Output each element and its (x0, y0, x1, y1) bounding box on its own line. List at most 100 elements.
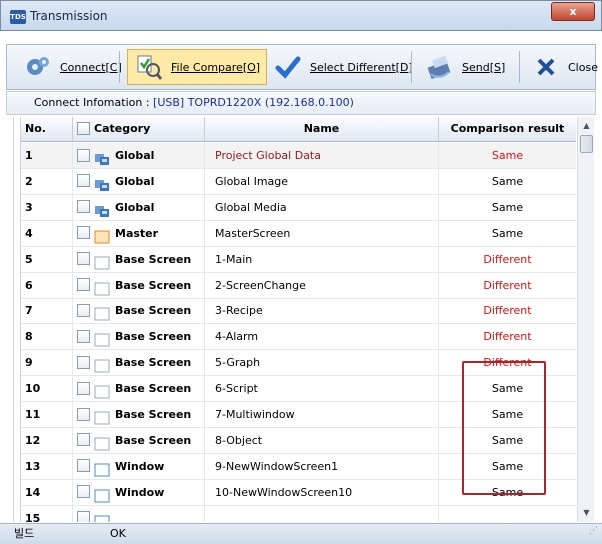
toolbar-separator (519, 51, 520, 83)
screen-icon (94, 254, 110, 270)
table-row[interactable]: 6 Base Screen 2-ScreenChange Different (21, 272, 576, 299)
global-icon (94, 202, 110, 217)
row-number: 6 (21, 272, 73, 298)
row-name: 1-Main (205, 246, 439, 272)
row-comparison-result: Same (439, 143, 576, 168)
table-row[interactable]: 3 Global Global Media Same (21, 194, 576, 221)
window-close-button[interactable]: x (551, 2, 595, 21)
row-checkbox[interactable] (77, 355, 90, 369)
row-number: 10 (21, 376, 73, 402)
row-category: Global (73, 143, 205, 168)
row-checkbox[interactable] (77, 407, 90, 421)
scrollbar-thumb[interactable] (580, 135, 593, 153)
row-category-label: Base Screen (115, 278, 192, 292)
window-icon (94, 513, 110, 522)
row-checkbox[interactable] (77, 303, 90, 317)
column-header-category[interactable]: Category (73, 117, 205, 141)
table-row[interactable]: 2 Global Global Image Same (21, 168, 576, 195)
row-checkbox[interactable] (77, 200, 90, 214)
row-number: 2 (21, 168, 73, 194)
resize-grip-icon[interactable]: ⋰ (589, 521, 598, 541)
comparison-table: No. Category Name Comparison result 1 Glo… (20, 117, 576, 522)
row-category: Global (73, 194, 205, 220)
row-category (73, 505, 205, 522)
vertical-scrollbar[interactable]: ▲ ▼ (577, 117, 594, 522)
row-checkbox[interactable] (77, 381, 90, 395)
table-row[interactable]: 15 (21, 505, 576, 522)
row-number: 14 (21, 479, 73, 505)
row-category: Global (73, 168, 205, 194)
row-category: Base Screen (73, 427, 205, 453)
connect-icon (23, 52, 53, 82)
row-checkbox[interactable] (77, 226, 90, 240)
connect-label: Connect[C] (60, 60, 122, 74)
row-comparison-result: Different (439, 298, 576, 323)
row-category-label: Base Screen (115, 382, 192, 396)
row-checkbox[interactable] (77, 252, 90, 266)
screen-icon (94, 280, 110, 295)
row-checkbox[interactable] (77, 459, 90, 473)
connect-button[interactable]: Connect[C] (17, 49, 128, 85)
select-all-checkbox[interactable] (77, 121, 90, 135)
row-number: 7 (21, 298, 73, 324)
row-checkbox[interactable] (77, 433, 90, 447)
select-different-button[interactable]: Select Different[D] (267, 49, 419, 85)
row-category-label: Global (115, 200, 155, 214)
row-category-label: Base Screen (115, 408, 192, 421)
send-button[interactable]: Send[S] (419, 49, 511, 85)
window-title: Transmission (30, 9, 108, 23)
table-row[interactable]: 4 Master MasterScreen Same (21, 220, 576, 247)
close-button[interactable]: Close (525, 49, 602, 85)
file-compare-icon (134, 52, 164, 82)
column-header-name[interactable]: Name (205, 117, 439, 141)
row-checkbox[interactable] (77, 511, 90, 522)
row-checkbox[interactable] (77, 148, 90, 162)
screen-icon (94, 435, 110, 451)
checkmark-icon (273, 52, 303, 82)
row-number: 9 (21, 350, 73, 376)
column-header-no[interactable]: No. (21, 117, 73, 141)
table-row[interactable]: 5 Base Screen 1-Main Different (21, 246, 576, 273)
table-row[interactable]: 1 Global Project Global Data Same (21, 143, 576, 169)
row-number: 4 (21, 220, 73, 246)
table-header: No. Category Name Comparison result (21, 117, 576, 142)
row-comparison-result: Same (439, 195, 576, 220)
row-checkbox[interactable] (77, 329, 90, 343)
row-number: 8 (21, 324, 73, 350)
file-compare-button[interactable]: File Compare[O] (127, 49, 268, 85)
table-row[interactable]: 8 Base Screen 4-Alarm Different (21, 324, 576, 351)
row-checkbox[interactable] (77, 278, 90, 291)
row-comparison-result: Different (439, 273, 576, 298)
row-category-label: Base Screen (115, 356, 192, 370)
title-bar: TDS Transmission x (0, 0, 602, 31)
status-label: 빌드 (14, 527, 35, 540)
row-category: Base Screen (73, 376, 205, 402)
column-header-result[interactable]: Comparison result (439, 117, 576, 141)
table-row[interactable]: 7 Base Screen 3-Recipe Different (21, 298, 576, 325)
row-category: Base Screen (73, 324, 205, 350)
send-icon (425, 52, 455, 82)
row-name: 10-NewWindowScreen10 (205, 479, 439, 505)
row-number: 13 (21, 453, 73, 479)
row-checkbox[interactable] (77, 485, 90, 499)
left-edge (0, 117, 14, 522)
row-number: 1 (21, 143, 73, 168)
row-name: Global Image (205, 168, 439, 194)
screen-icon (94, 383, 110, 399)
row-comparison-result: Different (439, 247, 576, 272)
row-checkbox[interactable] (77, 174, 90, 188)
row-category-label: Base Screen (115, 304, 192, 318)
toolbar-separator (411, 51, 412, 83)
row-category: Base Screen (73, 350, 205, 376)
row-number: 3 (21, 194, 73, 220)
row-name: 7-Multiwindow (205, 402, 439, 427)
row-name: 4-Alarm (205, 324, 439, 350)
global-icon (94, 150, 110, 165)
row-name: 9-NewWindowScreen1 (205, 453, 439, 479)
scroll-up-icon[interactable]: ▲ (578, 118, 595, 134)
close-label: Close (568, 60, 598, 74)
select-different-label: Select Different[D] (310, 60, 413, 74)
file-compare-label: File Compare[O] (171, 60, 261, 74)
scroll-down-icon[interactable]: ▼ (578, 505, 595, 521)
row-number: 15 (21, 505, 73, 522)
